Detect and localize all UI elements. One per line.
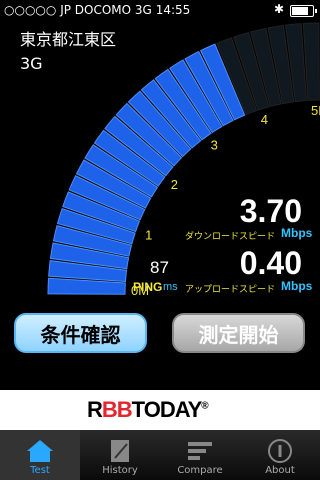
conditions-button[interactable]: 条件確認 xyxy=(14,313,147,353)
gauge-tick-label: 5M xyxy=(311,103,320,118)
tab-bar: Test History Compare About xyxy=(0,430,320,480)
start-measurement-button[interactable]: 測定開始 xyxy=(172,313,305,353)
gauge-tick-label: 3 xyxy=(211,137,218,152)
history-icon xyxy=(111,440,129,462)
ping-value: 87 xyxy=(150,258,169,277)
tab-history[interactable]: History xyxy=(80,430,160,480)
tab-about[interactable]: About xyxy=(240,430,320,480)
network-indicator: 3G xyxy=(134,3,152,17)
download-speed-value: 3.70 xyxy=(239,193,302,229)
home-icon xyxy=(27,440,53,462)
ping-label: PING xyxy=(133,280,163,294)
tab-history-label: History xyxy=(102,465,138,476)
upload-speed-value: 0.40 xyxy=(239,245,302,281)
upload-speed-unit: Mbps xyxy=(281,279,313,293)
carrier-name: JP DOCOMO xyxy=(60,3,132,17)
gauge-tick-label: 1 xyxy=(145,227,152,242)
status-bar: ○○○○○ JP DOCOMO 3G 14:55 ✱ xyxy=(0,0,320,20)
gauge-tick-label: 4 xyxy=(261,112,268,127)
tab-test-label: Test xyxy=(30,465,50,476)
signal-strength-icon: ○○○○○ xyxy=(4,3,57,17)
compare-icon xyxy=(188,442,212,460)
upload-speed-label: アップロードスピード xyxy=(185,285,276,295)
carrier-info: ○○○○○ JP DOCOMO 3G 14:55 xyxy=(4,3,190,17)
battery-icon xyxy=(290,5,317,17)
gauge-tick-label: 2 xyxy=(171,177,178,192)
tab-about-label: About xyxy=(265,465,295,476)
tab-test[interactable]: Test xyxy=(0,430,80,480)
download-speed-unit: Mbps xyxy=(281,226,313,240)
clock: 14:55 xyxy=(155,3,191,17)
battery-level-fill xyxy=(292,7,308,15)
rbb-today-logo: RBBTODAY® xyxy=(87,397,209,422)
tab-compare-label: Compare xyxy=(177,465,223,476)
ping-unit: ms xyxy=(163,281,178,293)
tab-compare[interactable]: Compare xyxy=(160,430,240,480)
info-icon xyxy=(268,439,292,463)
ad-banner[interactable]: RBBTODAY® xyxy=(0,390,320,430)
download-speed-label: ダウンロードスピード xyxy=(185,232,276,242)
bluetooth-icon: ✱ xyxy=(273,2,284,16)
